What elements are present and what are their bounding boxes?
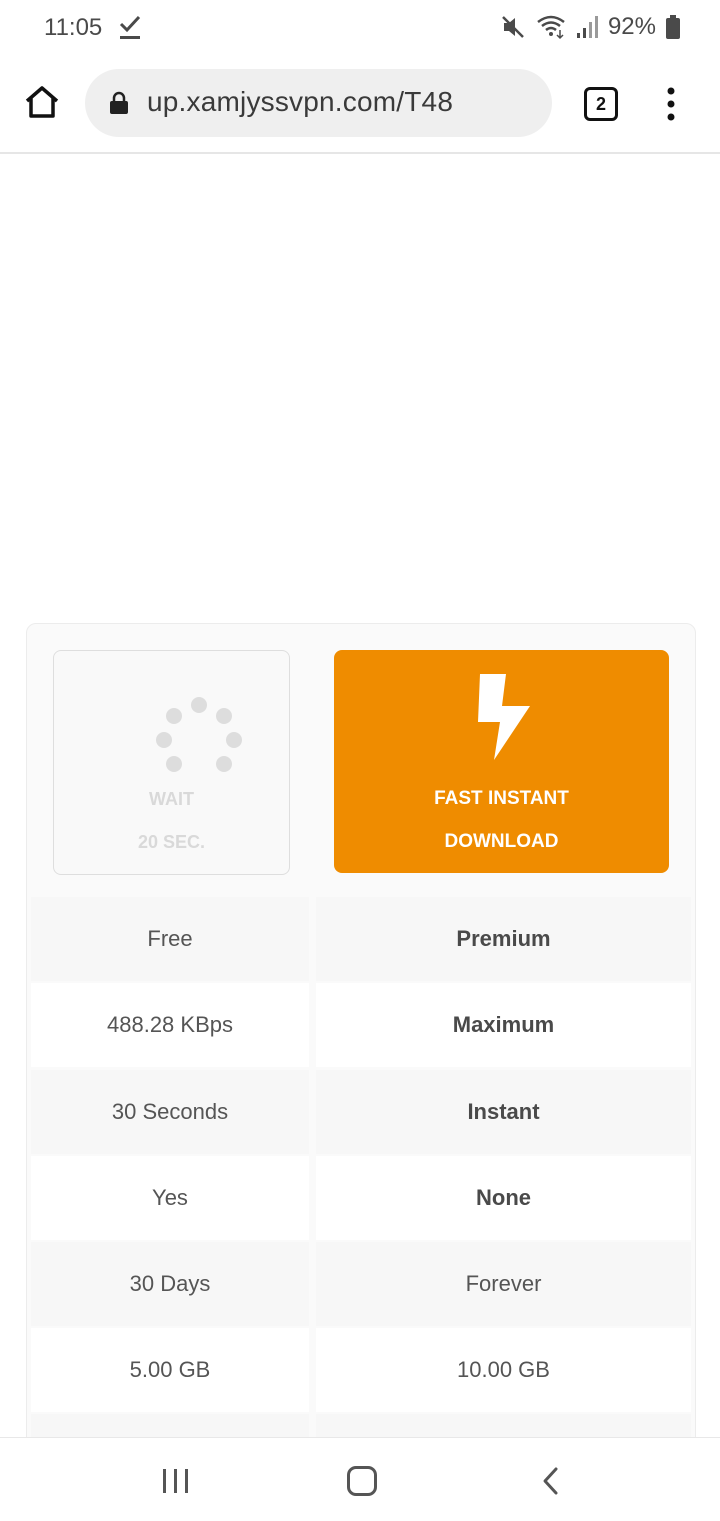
table-row: 5.00 GB 10.00 GB	[31, 1328, 691, 1412]
status-indicators: 92%	[500, 12, 680, 42]
fast-instant-download-button[interactable]: FAST INSTANT DOWNLOAD	[334, 650, 669, 873]
free-column-cell: Yes	[31, 1156, 309, 1240]
premium-column-cell: Forever	[316, 1242, 691, 1326]
premium-column-cell: 10.00 GB	[316, 1328, 691, 1412]
more-options-icon[interactable]	[664, 86, 678, 122]
url-text[interactable]: up.xamjyssvpn.com/T48	[147, 86, 453, 118]
download-comparison-panel: WAIT 20 SEC. FAST INSTANT DOWNLOAD Free …	[26, 623, 696, 1455]
tab-count: 2	[595, 94, 606, 114]
battery-percent: 92%	[607, 13, 656, 40]
home-icon[interactable]	[24, 84, 60, 120]
signal-icon	[576, 16, 598, 38]
free-column-cell: 30 Days	[31, 1242, 309, 1326]
fast-instant-label: FAST INSTANT	[434, 788, 569, 809]
tabs-button[interactable]: 2	[584, 87, 618, 121]
premium-column-cell: None	[316, 1156, 691, 1240]
status-bar: 11:05 92%	[0, 0, 720, 56]
status-time: 11:05	[44, 14, 103, 41]
system-nav-bar	[0, 1437, 720, 1521]
free-column-cell: 488.28 KBps	[31, 983, 309, 1067]
battery-icon	[666, 15, 680, 39]
wifi-icon	[537, 15, 565, 40]
browser-toolbar: up.xamjyssvpn.com/T48 2	[0, 56, 720, 154]
lightning-bolt-icon	[478, 674, 530, 760]
loading-spinner-icon	[156, 697, 242, 772]
free-column-cell: 5.00 GB	[31, 1328, 309, 1412]
table-row: Free Premium	[31, 897, 691, 981]
wait-seconds-label: 20 SEC.	[137, 832, 206, 852]
free-download-wait-button[interactable]: WAIT 20 SEC.	[53, 650, 290, 875]
download-label: DOWNLOAD	[444, 831, 559, 852]
premium-column-cell: Instant	[316, 1070, 691, 1154]
mute-icon	[502, 16, 524, 38]
premium-column-cell: Premium	[316, 897, 691, 981]
recent-apps-icon[interactable]	[160, 1467, 192, 1495]
premium-column-cell: Maximum	[316, 983, 691, 1067]
wait-label: WAIT	[149, 789, 194, 809]
lock-icon	[110, 91, 128, 114]
download-complete-icon	[119, 15, 141, 39]
back-icon[interactable]	[540, 1466, 560, 1496]
free-column-cell: 30 Seconds	[31, 1070, 309, 1154]
free-column-cell: Free	[31, 897, 309, 981]
nav-home-icon[interactable]	[347, 1466, 377, 1496]
table-row: Yes None	[31, 1156, 691, 1240]
table-row: 488.28 KBps Maximum	[31, 983, 691, 1067]
table-row: 30 Days Forever	[31, 1242, 691, 1326]
table-row: 30 Seconds Instant	[31, 1070, 691, 1154]
address-bar[interactable]: up.xamjyssvpn.com/T48	[85, 69, 552, 137]
